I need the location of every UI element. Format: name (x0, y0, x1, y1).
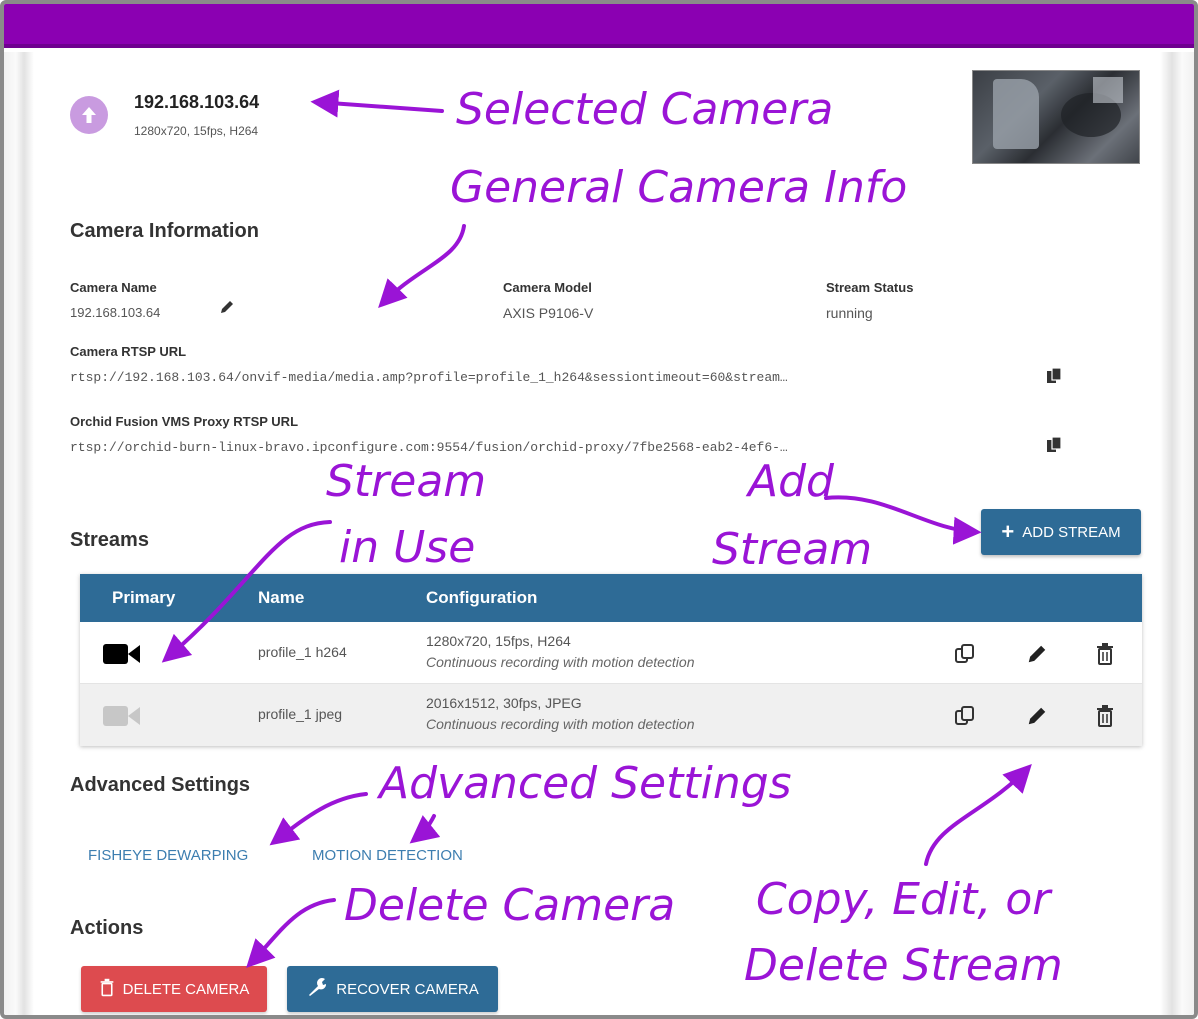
annotation-copy-edit-line1: Copy, Edit, or (756, 874, 1051, 925)
video-camera-icon[interactable] (102, 641, 142, 667)
pencil-icon[interactable] (1024, 703, 1050, 729)
camera-thumbnail (972, 70, 1140, 164)
pencil-icon[interactable] (1024, 641, 1050, 667)
rtsp-url-label: Camera RTSP URL (70, 344, 187, 359)
camera-name-label: Camera Name (70, 280, 157, 295)
stream-recording: Continuous recording with motion detecti… (426, 716, 695, 732)
annotation-add-stream-line1: Add (748, 456, 834, 507)
add-stream-button[interactable]: + ADD STREAM (981, 509, 1141, 555)
actions-heading: Actions (70, 917, 144, 939)
left-gutter (4, 52, 40, 1015)
annotation-copy-edit-line2: Delete Stream (744, 940, 1063, 991)
stream-status-label: Stream Status (826, 280, 914, 295)
table-row: profile_1 jpeg 2016x1512, 30fps, JPEG Co… (80, 684, 1142, 746)
add-stream-label: ADD STREAM (1022, 523, 1121, 541)
annotation-advanced-settings: Advanced Settings (379, 758, 792, 809)
stream-name: profile_1 h264 (258, 644, 347, 660)
trash-icon[interactable] (1092, 641, 1118, 667)
fisheye-dewarping-link[interactable]: FISHEYE DEWARPING (88, 847, 248, 864)
stream-config: 1280x720, 15fps, H264 (426, 633, 571, 649)
plus-icon: + (1001, 519, 1015, 544)
top-bar (4, 4, 1194, 48)
annotation-stream-in-use-line2: in Use (339, 522, 476, 573)
app-frame: 192.168.103.64 1280x720, 15fps, H264 Cam… (0, 0, 1198, 1019)
streams-table: Primary Name Configuration profile_1 h26… (80, 574, 1142, 746)
arrow-up-circle-icon[interactable] (70, 96, 108, 134)
annotation-general-camera-info: General Camera Info (450, 162, 908, 213)
right-gutter (1154, 52, 1194, 1015)
selected-camera-subtitle: 1280x720, 15fps, H264 (134, 124, 259, 138)
annotation-add-stream-line2: Stream (712, 524, 873, 575)
duplicate-icon[interactable] (952, 641, 978, 667)
table-row: profile_1 h264 1280x720, 15fps, H264 Con… (80, 622, 1142, 684)
delete-camera-label: DELETE CAMERA (122, 980, 250, 998)
stream-status-value: running (826, 305, 873, 321)
delete-camera-button[interactable]: DELETE CAMERA (81, 966, 267, 1012)
stream-name: profile_1 jpeg (258, 706, 343, 722)
camera-name-value: 192.168.103.64 (70, 305, 161, 320)
advanced-settings-heading: Advanced Settings (70, 774, 251, 796)
recover-camera-label: RECOVER CAMERA (336, 980, 479, 998)
copy-icon[interactable] (1044, 366, 1064, 386)
proxy-url-label: Orchid Fusion VMS Proxy RTSP URL (70, 414, 299, 429)
annotation-selected-camera: Selected Camera (456, 84, 834, 135)
stream-config: 2016x1512, 30fps, JPEG (426, 695, 582, 711)
proxy-url-value: rtsp://orchid-burn-linux-bravo.ipconfigu… (70, 440, 788, 455)
recover-camera-button[interactable]: RECOVER CAMERA (287, 966, 498, 1012)
column-header: Name (258, 588, 305, 607)
streams-heading: Streams (70, 529, 149, 551)
rtsp-url-value: rtsp://192.168.103.64/onvif-media/media.… (70, 370, 788, 385)
table-header: Primary Name Configuration (80, 574, 1142, 622)
motion-detection-link[interactable]: MOTION DETECTION (312, 847, 463, 864)
column-header: Primary (112, 588, 176, 607)
duplicate-icon[interactable] (952, 703, 978, 729)
camera-information-heading: Camera Information (70, 220, 259, 242)
copy-icon[interactable] (1044, 435, 1064, 455)
pencil-icon[interactable] (218, 298, 236, 316)
selected-camera-title: 192.168.103.64 (134, 92, 260, 112)
camera-model-label: Camera Model (503, 280, 592, 295)
camera-model-value: AXIS P9106-V (503, 305, 594, 321)
annotation-stream-in-use-line1: Stream (326, 456, 487, 507)
trash-icon[interactable] (1092, 703, 1118, 729)
video-camera-icon[interactable] (102, 703, 142, 729)
trash-icon (99, 978, 115, 1001)
wrench-icon (306, 976, 328, 1002)
column-header: Configuration (426, 588, 538, 607)
annotation-delete-camera: Delete Camera (344, 880, 676, 931)
stream-recording: Continuous recording with motion detecti… (426, 654, 695, 670)
